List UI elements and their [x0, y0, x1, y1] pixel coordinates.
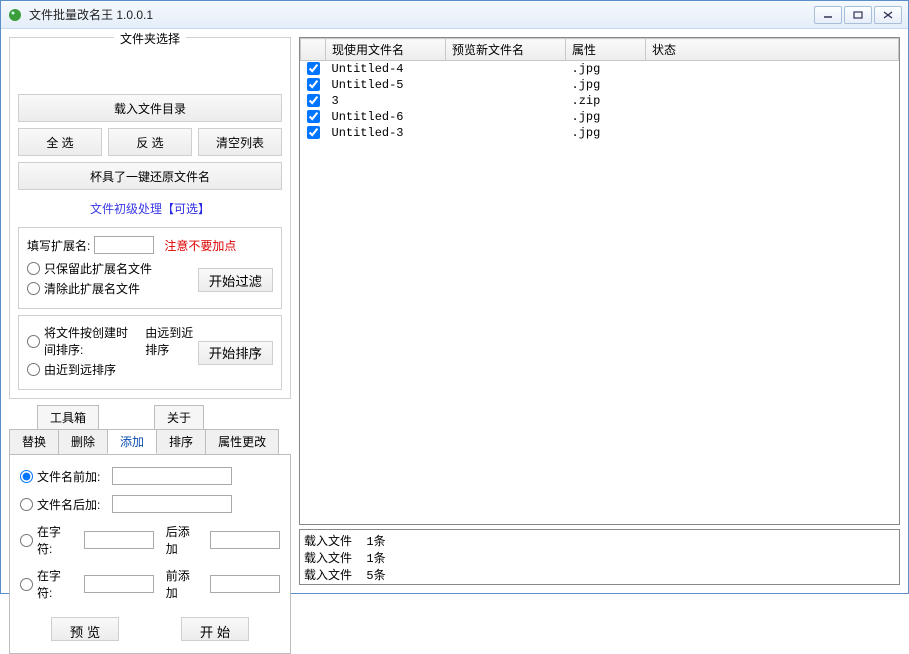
folder-select-group: 文件夹选择 载入文件目录 全 选 反 选 清空列表 杯具了一键还原文件名 文件初…: [9, 37, 291, 399]
ext-filter-group: 填写扩展名: 注意不要加点 只保留此扩展名文件 清除此扩展名文件 开始过滤: [18, 227, 282, 309]
table-header[interactable]: 现使用文件名: [326, 39, 446, 61]
row-checkbox[interactable]: [307, 78, 320, 91]
table-row[interactable]: 3.zip: [301, 93, 899, 109]
clear-list-button[interactable]: 清空列表: [198, 128, 282, 156]
file-table[interactable]: 现使用文件名预览新文件名属性状态 Untitled-4.jpgUntitled-…: [299, 37, 900, 525]
sort-near-far-radio[interactable]: [27, 363, 40, 376]
suffix-input[interactable]: [112, 495, 232, 513]
tab-add[interactable]: 添加: [107, 429, 157, 454]
tab-sort[interactable]: 排序: [156, 429, 206, 454]
sort-group: 将文件按创建时间排序: 由远到近排序 由近到远排序 开始排序: [18, 315, 282, 390]
table-header[interactable]: 属性: [566, 39, 646, 61]
table-header[interactable]: 预览新文件名: [446, 39, 566, 61]
app-window: 文件批量改名王 1.0.0.1 文件夹选择 载入文件目录 全 选 反 选 清空列…: [0, 0, 909, 594]
remove-ext-radio[interactable]: [27, 282, 40, 295]
row-checkbox[interactable]: [307, 62, 320, 75]
table-header[interactable]: 状态: [646, 39, 899, 61]
table-row[interactable]: Untitled-5.jpg: [301, 77, 899, 93]
tab-about[interactable]: 关于: [154, 405, 204, 429]
before-add-input[interactable]: [210, 575, 280, 593]
tab-delete[interactable]: 删除: [58, 429, 108, 454]
preview-button[interactable]: 预 览: [51, 617, 119, 641]
select-all-button[interactable]: 全 选: [18, 128, 102, 156]
maximize-button[interactable]: [844, 6, 872, 24]
before-char-radio[interactable]: [20, 578, 33, 591]
primary-header: 文件初级处理【可选】: [18, 200, 282, 217]
window-title: 文件批量改名王 1.0.0.1: [29, 6, 814, 23]
start-filter-button[interactable]: 开始过滤: [198, 268, 273, 292]
prefix-input[interactable]: [112, 467, 232, 485]
log-output[interactable]: 载入文件 1条 载入文件 1条 载入文件 5条: [299, 529, 900, 585]
invert-select-button[interactable]: 反 选: [108, 128, 192, 156]
close-button[interactable]: [874, 6, 902, 24]
table-row[interactable]: Untitled-6.jpg: [301, 109, 899, 125]
table-row[interactable]: Untitled-3.jpg: [301, 125, 899, 141]
minimize-button[interactable]: [814, 6, 842, 24]
tab-attr[interactable]: 属性更改: [205, 429, 279, 454]
after-add-input[interactable]: [210, 531, 280, 549]
after-char-radio[interactable]: [20, 534, 33, 547]
start-button[interactable]: 开 始: [181, 617, 249, 641]
sort-ctime-radio[interactable]: [27, 335, 40, 348]
start-sort-button[interactable]: 开始排序: [198, 341, 273, 365]
app-icon: [7, 7, 23, 23]
row-checkbox[interactable]: [307, 94, 320, 107]
row-checkbox[interactable]: [307, 110, 320, 123]
keep-ext-radio[interactable]: [27, 262, 40, 275]
ext-label: 填写扩展名:: [27, 237, 90, 254]
before-char-input[interactable]: [84, 575, 154, 593]
folder-group-legend: 文件夹选择: [114, 30, 186, 47]
tab-toolbox[interactable]: 工具箱: [37, 405, 99, 429]
table-row[interactable]: Untitled-4.jpg: [301, 61, 899, 78]
load-dir-button[interactable]: 载入文件目录: [18, 94, 282, 122]
prefix-radio[interactable]: [20, 470, 33, 483]
suffix-radio[interactable]: [20, 498, 33, 511]
ext-input[interactable]: [94, 236, 154, 254]
ext-warning: 注意不要加点: [164, 237, 236, 254]
after-char-input[interactable]: [84, 531, 154, 549]
titlebar: 文件批量改名王 1.0.0.1: [1, 1, 908, 29]
tool-tabs: 工具箱 关于 替换 删除 添加 排序 属性更改 文件名前加: 文件名后加: 在字…: [9, 405, 291, 654]
restore-names-button[interactable]: 杯具了一键还原文件名: [18, 162, 282, 190]
add-panel: 文件名前加: 文件名后加: 在字符: 后添加 在字符: 前添加 预 览 开 始: [9, 454, 291, 654]
row-checkbox[interactable]: [307, 126, 320, 139]
tab-replace[interactable]: 替换: [9, 429, 59, 454]
